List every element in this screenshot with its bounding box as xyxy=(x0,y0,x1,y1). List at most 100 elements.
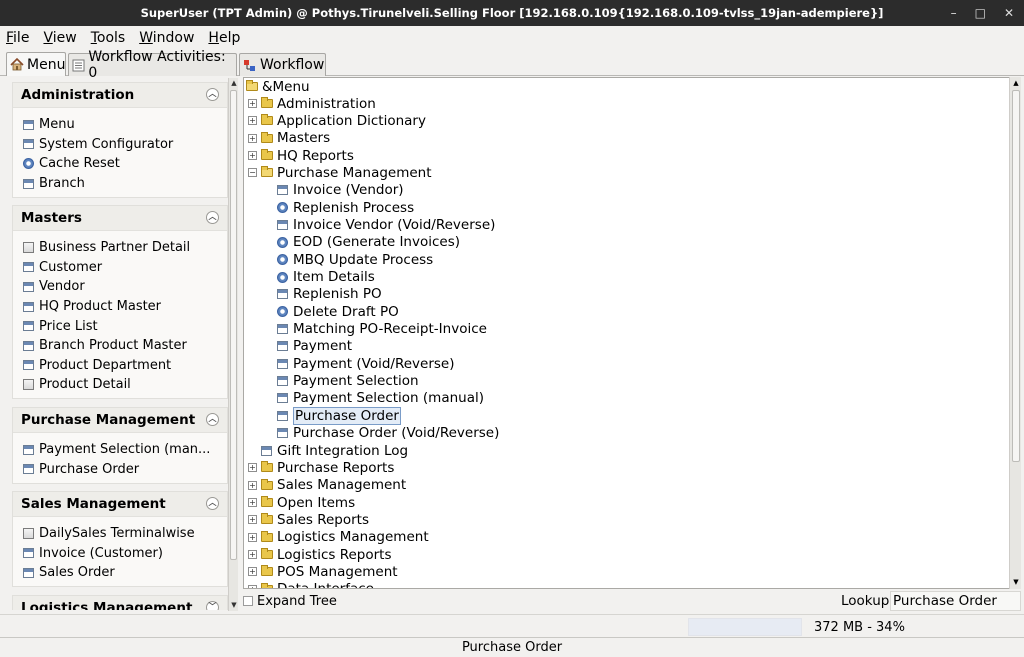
favorite-item-system-configurator[interactable]: System Configurator xyxy=(13,135,227,155)
expand-tree-checkbox[interactable] xyxy=(243,596,253,606)
collapse-icon[interactable]: ︿ xyxy=(206,497,219,510)
tree-node[interactable]: + Logistics Management xyxy=(248,529,429,546)
favorite-item-price-list[interactable]: Price List xyxy=(13,316,227,336)
tab-workflow[interactable]: Workflow xyxy=(239,53,326,76)
tab-workflow-activities-label: Workflow Activities: 0 xyxy=(88,49,226,81)
expand-node-icon[interactable]: + xyxy=(248,515,257,525)
folder-icon xyxy=(261,496,273,508)
expand-node-icon[interactable]: + xyxy=(248,532,257,542)
window-title: SuperUser (TPT Admin) @ Pothys.Tirunelve… xyxy=(140,6,884,20)
tree-node[interactable]: + Administration xyxy=(248,95,376,112)
maximize-icon[interactable]: □ xyxy=(975,6,986,20)
tree-node[interactable]: + Purchase Reports xyxy=(248,459,394,476)
tab-workflow-activities[interactable]: Workflow Activities: 0 xyxy=(68,49,237,81)
scroll-thumb[interactable] xyxy=(230,90,237,560)
tree-node[interactable]: − Purchase Management xyxy=(248,164,432,181)
section-header[interactable]: Logistics Management ﹀ xyxy=(13,596,227,610)
tree-node[interactable]: Invoice (Vendor) xyxy=(277,182,404,199)
tree-node[interactable]: Delete Draft PO xyxy=(277,303,399,320)
favorite-item-vendor[interactable]: Vendor xyxy=(13,277,227,297)
collapse-node-icon[interactable]: − xyxy=(248,168,257,178)
tree-node[interactable]: MBQ Update Process xyxy=(277,251,433,268)
tree-node[interactable]: + Sales Reports xyxy=(248,511,369,528)
tree-node[interactable]: + Logistics Reports xyxy=(248,546,391,563)
tree-node[interactable]: + Data Interface xyxy=(248,581,374,588)
scroll-up-icon[interactable]: ▲ xyxy=(229,78,239,88)
expand-node-icon[interactable]: + xyxy=(248,567,257,577)
tree-root[interactable]: &Menu xyxy=(246,78,310,95)
menu-file[interactable]: File xyxy=(6,30,29,46)
favorite-item-cache-reset[interactable]: Cache Reset xyxy=(13,154,227,174)
tree-node[interactable]: + Sales Management xyxy=(248,477,406,494)
folder-icon xyxy=(261,97,273,108)
tree-node[interactable]: Payment Selection xyxy=(277,373,419,390)
favorite-item-hq-product-master[interactable]: HQ Product Master xyxy=(13,297,227,317)
tree-node[interactable]: + POS Management xyxy=(248,563,398,580)
left-scrollbar[interactable]: ▲ ▼ xyxy=(228,78,238,611)
menu-tools[interactable]: Tools xyxy=(91,30,126,46)
collapse-icon[interactable]: ﹀ xyxy=(206,601,219,610)
collapse-icon[interactable]: ︿ xyxy=(206,211,219,224)
tree-node[interactable]: Payment Selection (manual) xyxy=(277,390,484,407)
favorite-item-product-department[interactable]: Product Department xyxy=(13,356,227,376)
tree-node[interactable]: Replenish PO xyxy=(277,286,382,303)
scroll-down-icon[interactable]: ▼ xyxy=(1011,577,1021,587)
tab-menu[interactable]: Menu xyxy=(6,52,66,76)
tree-node[interactable]: Purchase Order (Void/Reverse) xyxy=(277,425,499,442)
tree-node[interactable]: Replenish Process xyxy=(277,199,414,216)
favorite-item-payment-selection-manual[interactable]: Payment Selection (man... xyxy=(13,440,227,460)
section-header[interactable]: Masters ︿ xyxy=(13,206,227,231)
minimize-icon[interactable]: – xyxy=(951,6,957,20)
section-header[interactable]: Purchase Management ︿ xyxy=(13,408,227,433)
expand-node-icon[interactable]: + xyxy=(248,498,257,508)
tree-options-bar: Expand Tree Lookup Purchase Order xyxy=(243,590,1021,612)
expand-node-icon[interactable]: + xyxy=(248,463,257,473)
tree-node[interactable]: + Open Items xyxy=(248,494,355,511)
favorite-item-menu[interactable]: Menu xyxy=(13,115,227,135)
tree-node[interactable]: + Masters xyxy=(248,130,330,147)
section-logistics-management: Logistics Management ﹀ xyxy=(12,595,228,610)
folder-icon xyxy=(261,548,273,560)
scroll-thumb[interactable] xyxy=(1012,90,1020,462)
tree-node[interactable]: Matching PO-Receipt-Invoice xyxy=(277,321,487,338)
favorite-item-branch-product-master[interactable]: Branch Product Master xyxy=(13,336,227,356)
menu-view[interactable]: View xyxy=(43,30,76,46)
scroll-up-icon[interactable]: ▲ xyxy=(1011,78,1021,88)
tree-node[interactable]: Purchase Order xyxy=(277,406,401,425)
home-icon xyxy=(10,57,24,71)
expand-node-icon[interactable]: + xyxy=(248,584,257,588)
tree-node[interactable]: Item Details xyxy=(277,269,375,286)
expand-node-icon[interactable]: + xyxy=(248,99,257,108)
lookup-input[interactable]: Purchase Order xyxy=(890,591,1021,611)
expand-node-icon[interactable]: + xyxy=(248,480,257,490)
favorite-item-dailysales-terminalwise[interactable]: DailySales Terminalwise xyxy=(13,524,227,544)
section-header[interactable]: Sales Management ︿ xyxy=(13,492,227,517)
section-header[interactable]: Administration ︿ xyxy=(13,83,227,108)
tree-node[interactable]: Payment xyxy=(277,338,352,355)
tree-scrollbar[interactable]: ▲ ▼ xyxy=(1009,77,1021,589)
favorite-item-invoice-customer[interactable]: Invoice (Customer) xyxy=(13,544,227,564)
favorite-item-purchase-order[interactable]: Purchase Order xyxy=(13,460,227,480)
tree-node[interactable]: Invoice Vendor (Void/Reverse) xyxy=(277,216,495,233)
favorite-item-business-partner-detail[interactable]: Business Partner Detail xyxy=(13,238,227,258)
tree-node[interactable]: + Application Dictionary xyxy=(248,112,426,129)
tree-node[interactable]: Payment (Void/Reverse) xyxy=(277,355,455,372)
menu-window[interactable]: Window xyxy=(139,30,194,46)
tree-node[interactable]: + HQ Reports xyxy=(248,147,354,164)
menu-help[interactable]: Help xyxy=(208,30,240,46)
scroll-down-icon[interactable]: ▼ xyxy=(229,600,239,610)
window-icon xyxy=(23,567,34,578)
expand-node-icon[interactable]: + xyxy=(248,133,257,143)
collapse-icon[interactable]: ︿ xyxy=(206,413,219,426)
favorite-item-sales-order[interactable]: Sales Order xyxy=(13,563,227,583)
close-icon[interactable]: ✕ xyxy=(1004,6,1014,20)
expand-node-icon[interactable]: + xyxy=(248,116,257,126)
expand-node-icon[interactable]: + xyxy=(248,151,257,161)
favorite-item-branch[interactable]: Branch xyxy=(13,174,227,194)
expand-node-icon[interactable]: + xyxy=(248,550,257,560)
favorite-item-product-detail[interactable]: Product Detail xyxy=(13,375,227,395)
tree-node[interactable]: Gift Integration Log xyxy=(261,442,408,459)
tree-node[interactable]: EOD (Generate Invoices) xyxy=(277,234,460,251)
collapse-icon[interactable]: ︿ xyxy=(206,88,219,101)
favorite-item-customer[interactable]: Customer xyxy=(13,258,227,278)
